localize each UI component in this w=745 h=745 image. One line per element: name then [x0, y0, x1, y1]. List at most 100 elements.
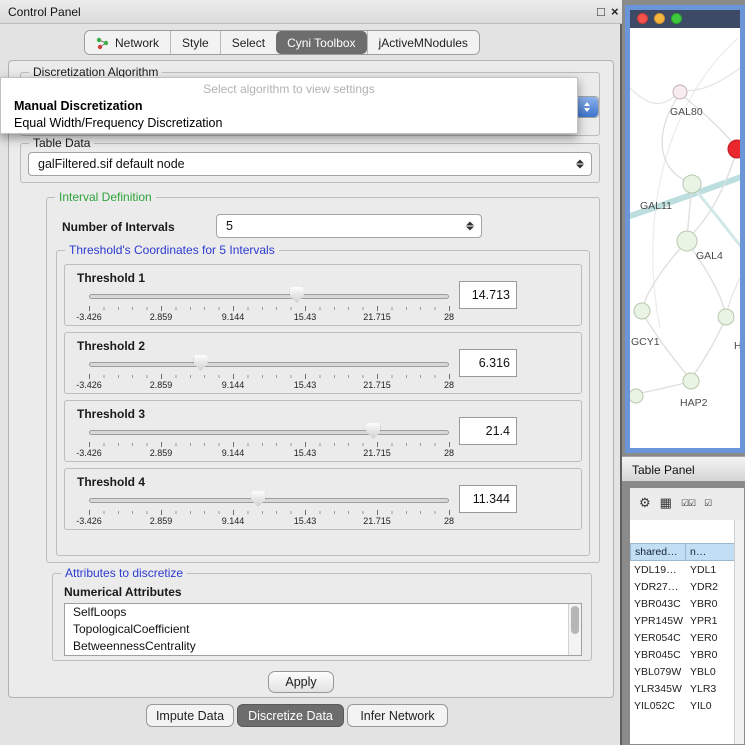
slider-track[interactable] [89, 294, 449, 299]
list-scrollbar[interactable] [568, 604, 581, 655]
tick-label: 9.144 [222, 380, 245, 390]
menu-item-equal-width-frequency[interactable]: Equal Width/Frequency Discretization [14, 116, 222, 130]
tick-marks [89, 306, 450, 311]
network-canvas[interactable]: GAL80 GAL11 GAL4 GCY1 HAP2 H [630, 28, 740, 448]
tick-label: 15.43 [294, 380, 317, 390]
interval-definition-label: Interval Definition [55, 190, 156, 204]
slider-thumb[interactable] [194, 355, 208, 371]
table-row[interactable]: YLR345WYLR3 [630, 680, 744, 697]
cell[interactable]: YBL079W [630, 663, 686, 680]
list-item[interactable]: SelfLoops [65, 604, 581, 621]
select-all-checkboxes-icon[interactable]: ☑☑ [681, 498, 695, 509]
table-row[interactable]: YER054CYER0 [630, 629, 744, 646]
tab-jactivemnodules[interactable]: jActiveMNodules [367, 31, 479, 54]
tick-label: 28 [444, 448, 454, 458]
cell[interactable]: YBR043C [630, 595, 686, 612]
node-label[interactable]: HAP2 [680, 397, 707, 409]
number-of-intervals-label: Number of Intervals [62, 220, 175, 234]
gear-icon[interactable]: ⚙ [639, 495, 651, 511]
table-data-group-label: Table Data [29, 136, 94, 150]
tick-label: 28 [444, 516, 454, 526]
table-row[interactable]: YBR045CYBR0 [630, 646, 744, 663]
tick-marks [89, 442, 450, 447]
scrollbar-thumb[interactable] [571, 606, 579, 634]
zoom-traffic-light-icon[interactable] [671, 13, 682, 24]
close-traffic-light-icon[interactable] [637, 13, 648, 24]
table-row[interactable]: YBL079WYBL0 [630, 663, 744, 680]
cell[interactable]: YIL052C [630, 697, 686, 714]
tab-impute-data[interactable]: Impute Data [146, 704, 234, 727]
table-scrollbar[interactable] [734, 520, 744, 745]
node-label[interactable]: H [734, 340, 740, 352]
threshold-3-value-field[interactable] [459, 417, 517, 445]
tick-label: 15.43 [294, 312, 317, 322]
numerical-attributes-label: Numerical Attributes [64, 585, 182, 599]
threshold-4-slider[interactable] [89, 489, 449, 511]
node-label[interactable]: GAL80 [670, 106, 703, 118]
threshold-1-slider[interactable] [89, 285, 449, 307]
tab-network-label: Network [115, 36, 159, 50]
node-label[interactable]: GCY1 [631, 336, 660, 348]
threshold-3-slider[interactable] [89, 421, 449, 443]
tick-label: 2.859 [150, 380, 173, 390]
numerical-attributes-list[interactable]: SelfLoops TopologicalCoefficient Between… [64, 603, 582, 656]
threshold-2-slider[interactable] [89, 353, 449, 375]
network-icon [96, 36, 110, 50]
cell[interactable]: YPR145W [630, 612, 686, 629]
node [677, 231, 697, 251]
tab-style[interactable]: Style [170, 31, 220, 54]
tick-label: 28 [444, 380, 454, 390]
threshold-1-value-field[interactable] [459, 281, 517, 309]
table-panel-header: Table Panel [622, 456, 745, 482]
table-row[interactable]: YDR27…YDR2 [630, 578, 744, 595]
node-label[interactable]: GAL11 [640, 200, 672, 212]
apply-button[interactable]: Apply [268, 671, 334, 693]
node [673, 85, 687, 99]
cell[interactable]: YER054C [630, 629, 686, 646]
tick-label: 9.144 [222, 312, 245, 322]
tick-label: -3.426 [76, 516, 102, 526]
table-row[interactable]: YIL052CYIL0 [630, 697, 744, 714]
combo-stepper-icon [466, 222, 474, 231]
slider-thumb[interactable] [290, 287, 304, 303]
threshold-2-value-field[interactable] [459, 349, 517, 377]
tab-discretize-data[interactable]: Discretize Data [237, 704, 344, 727]
column-header-shared[interactable]: shared… [630, 543, 686, 561]
float-window-icon[interactable]: □ [597, 4, 605, 19]
combo-stepper-icon [576, 160, 584, 169]
node-label[interactable]: GAL4 [696, 250, 723, 262]
cell[interactable]: YLR345W [630, 680, 686, 697]
tab-infer-network[interactable]: Infer Network [347, 704, 448, 727]
slider-track[interactable] [89, 430, 449, 435]
tab-network[interactable]: Network [85, 31, 170, 54]
table-row[interactable]: YBR043CYBR0 [630, 595, 744, 612]
slider-track[interactable] [89, 498, 449, 503]
table-data-combobox[interactable]: galFiltered.sif default node [28, 152, 592, 176]
number-of-intervals-combobox[interactable]: 5 [216, 214, 482, 238]
slider-thumb[interactable] [366, 423, 380, 439]
table-row[interactable]: YPR145WYPR1 [630, 612, 744, 629]
tick-label: -3.426 [76, 380, 102, 390]
list-item[interactable]: TopologicalCoefficient [65, 621, 581, 638]
threshold-4-label: Threshold 4 [77, 475, 145, 489]
columns-icon[interactable]: ▦ [660, 495, 672, 511]
network-graph [630, 28, 740, 448]
tab-select-label: Select [232, 36, 265, 50]
minimize-traffic-light-icon[interactable] [654, 13, 665, 24]
close-icon[interactable]: × [611, 4, 619, 19]
cell[interactable]: YDL19… [630, 561, 686, 578]
cell[interactable]: YBR045C [630, 646, 686, 663]
algorithm-combobox-stepper[interactable] [576, 97, 598, 117]
tab-cyni-toolbox[interactable]: Cyni Toolbox [276, 31, 366, 54]
threshold-4-value-field[interactable] [459, 485, 517, 513]
checkbox-icon[interactable]: ☑ [704, 498, 711, 509]
slider-thumb[interactable] [251, 491, 265, 507]
cell[interactable]: YDR27… [630, 578, 686, 595]
list-item[interactable]: BetweennessCentrality [65, 638, 581, 655]
threshold-1-panel: Threshold 1 -3.426 2.859 9.144 15.43 21.… [64, 264, 582, 326]
tick-label: 28 [444, 312, 454, 322]
table-row[interactable]: YDL19…YDL1 [630, 561, 744, 578]
menu-item-manual-discretization[interactable]: Manual Discretization [14, 99, 143, 113]
tab-select[interactable]: Select [220, 31, 276, 54]
slider-track[interactable] [89, 362, 449, 367]
